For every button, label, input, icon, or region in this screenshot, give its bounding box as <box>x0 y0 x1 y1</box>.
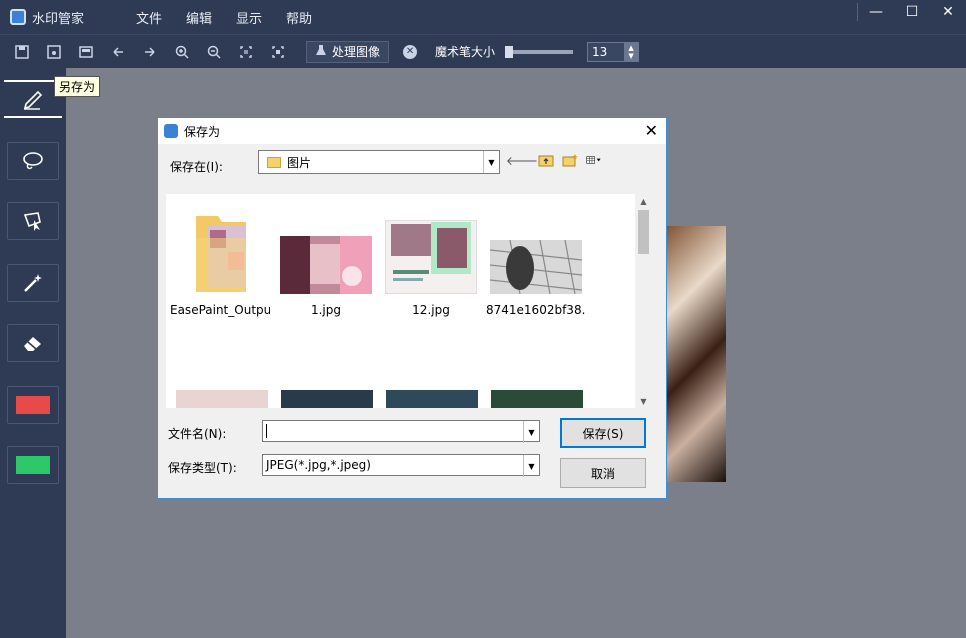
image-thumbnail[interactable] <box>386 390 478 408</box>
app-logo-icon <box>10 9 26 25</box>
view-menu-icon[interactable] <box>586 152 602 168</box>
chevron-down-icon[interactable]: ▼ <box>523 455 539 477</box>
chevron-down-icon[interactable]: ▼ <box>483 151 499 173</box>
undo-icon[interactable] <box>108 42 128 62</box>
dialog-title-bar: 保存为 ✕ <box>158 118 666 144</box>
menu-file[interactable]: 文件 <box>136 8 162 27</box>
file-item[interactable]: EasePaint_Output <box>170 212 270 317</box>
dialog-nav-icons: 🡐 <box>506 152 602 168</box>
app-title: 水印管家 <box>32 11 85 27</box>
close-button[interactable]: ✕ <box>930 0 966 24</box>
image-thumbnail <box>489 239 583 295</box>
slider-thumb[interactable] <box>505 45 514 58</box>
toolbar: 处理图像 ✕ 魔术笔大小 13 ▲ ▼ <box>0 34 966 68</box>
menu-view[interactable]: 显示 <box>236 8 262 27</box>
brush-size-value[interactable]: 13 <box>588 45 624 59</box>
file-name-input[interactable]: ▼ <box>262 420 540 443</box>
scroll-down-icon[interactable]: ▼ <box>635 394 652 408</box>
polygon-lasso-tool-button[interactable] <box>7 202 59 240</box>
back-arrow-icon[interactable]: 🡐 <box>506 152 538 168</box>
minimize-button[interactable]: — <box>858 0 894 24</box>
cancel-button[interactable]: 取消 <box>560 458 646 488</box>
vertical-scrollbar[interactable]: ▲ ▼ <box>635 194 652 408</box>
look-in-dropdown[interactable]: 图片 ▼ <box>258 150 500 174</box>
image-thumbnail[interactable] <box>491 390 583 408</box>
save-icon[interactable] <box>12 42 32 62</box>
dialog-app-icon <box>164 124 178 138</box>
fit-window-icon[interactable] <box>268 42 288 62</box>
eraser-icon <box>24 337 41 351</box>
dialog-title: 保存为 <box>184 124 221 139</box>
tool-sidebar <box>0 68 66 638</box>
secondary-color-swatch <box>16 456 50 474</box>
look-in-value: 图片 <box>287 155 312 170</box>
folder-icon <box>267 156 281 168</box>
brush-size-slider[interactable] <box>505 45 574 58</box>
file-item[interactable]: 8741e1602bf38... <box>486 239 586 317</box>
redo-icon[interactable] <box>140 42 160 62</box>
zoom-out-icon[interactable] <box>204 42 224 62</box>
file-type-dropdown[interactable]: JPEG(*.jpg,*.jpeg) ▼ <box>262 454 540 477</box>
secondary-color-button[interactable] <box>7 446 59 484</box>
menu-edit[interactable]: 编辑 <box>186 8 212 27</box>
file-list[interactable]: EasePaint_Output 1.jpg 12.jpg 8741e1602b… <box>166 194 652 408</box>
maximize-button[interactable]: ☐ <box>894 0 930 24</box>
process-image-button[interactable]: 处理图像 <box>306 40 390 63</box>
up-folder-icon[interactable] <box>538 152 554 168</box>
file-name: 8741e1602bf38... <box>486 303 586 317</box>
spinner-arrows[interactable]: ▲ ▼ <box>624 42 639 61</box>
title-bar: 水印管家 文件 编辑 显示 帮助 — ☐ ✕ <box>0 0 966 34</box>
save-as-icon[interactable] <box>44 42 64 62</box>
brush-size-label: 魔术笔大小 <box>435 45 496 59</box>
file-type-label: 保存类型(T): <box>168 461 237 475</box>
process-label: 处理图像 <box>332 45 381 59</box>
file-name: 1.jpg <box>310 303 342 317</box>
menu-help[interactable]: 帮助 <box>286 8 312 27</box>
dialog-close-icon[interactable]: ✕ <box>645 121 658 140</box>
file-name: EasePaint_Output <box>170 303 270 317</box>
canvas-image <box>660 226 726 482</box>
pen-icon <box>23 90 43 110</box>
chevron-down-icon[interactable]: ▼ <box>523 421 539 443</box>
image-thumbnail <box>280 236 372 294</box>
polygon-lasso-icon <box>23 212 41 231</box>
eraser-tool-button[interactable] <box>7 324 59 362</box>
tooltip: 另存为 <box>54 76 101 97</box>
clear-icon[interactable]: ✕ <box>403 44 418 59</box>
new-folder-icon[interactable] <box>562 152 578 168</box>
primary-color-button[interactable] <box>7 386 59 424</box>
file-name-label: 文件名(N): <box>168 427 227 441</box>
file-item[interactable]: 1.jpg <box>276 236 376 317</box>
folder-thumbnail <box>196 216 246 292</box>
file-item[interactable]: 12.jpg <box>381 219 481 317</box>
save-as-dialog: 保存为 ✕ 保存在(I): 图片 ▼ 🡐 EasePaint_Output 1.… <box>157 117 667 499</box>
image-thumbnail <box>384 219 478 295</box>
file-type-value: JPEG(*.jpg,*.jpeg) <box>266 458 371 472</box>
zoom-in-icon[interactable] <box>172 42 192 62</box>
image-thumbnail[interactable] <box>176 390 268 408</box>
file-name: 12.jpg <box>412 303 450 317</box>
process-icon <box>315 44 327 59</box>
save-button[interactable]: 保存(S) <box>560 418 646 448</box>
magic-wand-icon <box>24 274 42 292</box>
scroll-thumb[interactable] <box>638 210 649 254</box>
brush-size-spinner[interactable]: 13 ▲ ▼ <box>587 41 640 62</box>
image-thumbnail[interactable] <box>281 390 373 408</box>
primary-color-swatch <box>16 396 50 414</box>
actual-size-icon[interactable] <box>236 42 256 62</box>
text-caret <box>266 424 267 438</box>
export-icon[interactable] <box>76 42 96 62</box>
window-controls: — ☐ ✕ <box>857 0 966 24</box>
lasso-icon <box>23 152 43 170</box>
look-in-label: 保存在(I): <box>170 160 223 174</box>
scroll-up-icon[interactable]: ▲ <box>635 194 652 208</box>
magic-wand-tool-button[interactable] <box>7 264 59 302</box>
lasso-tool-button[interactable] <box>7 142 59 180</box>
